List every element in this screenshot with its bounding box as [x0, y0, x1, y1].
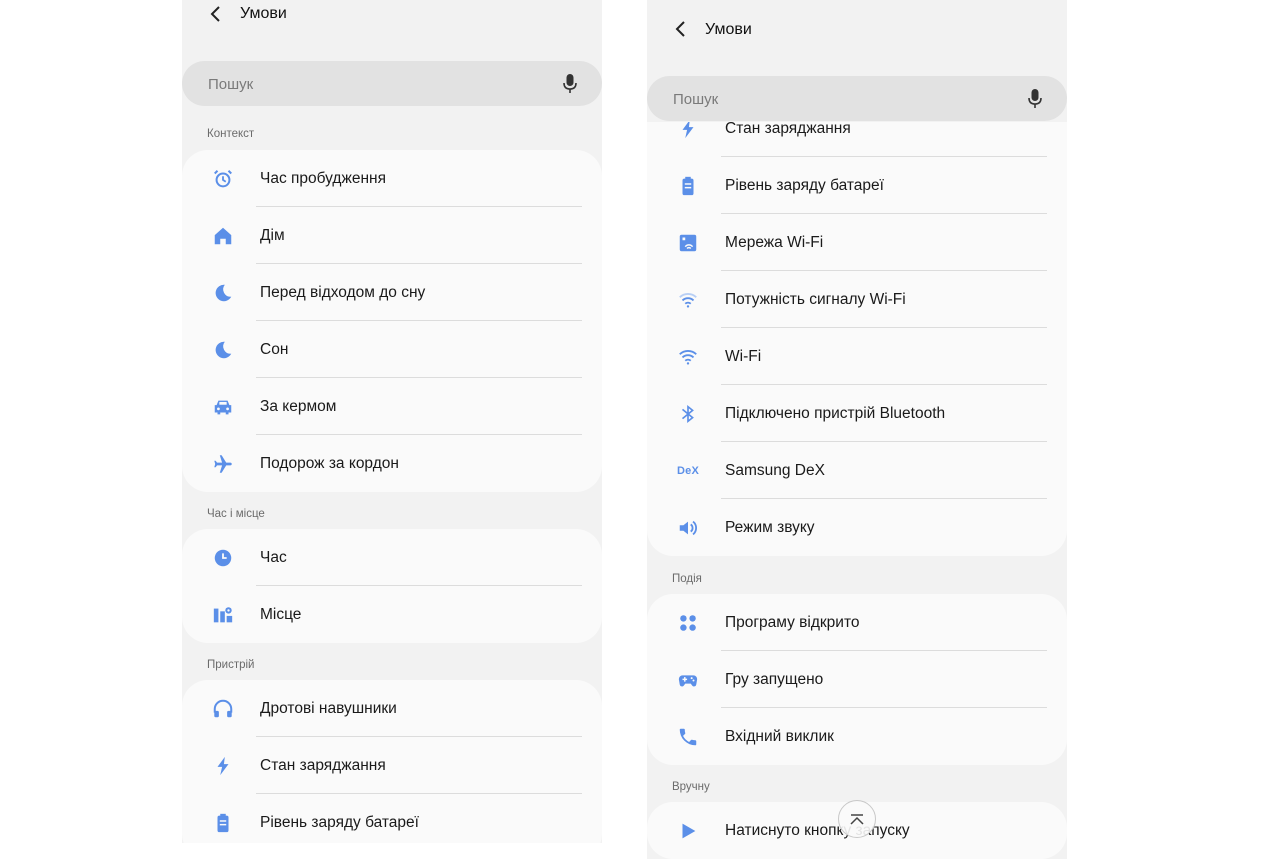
battery-icon — [212, 812, 234, 834]
scroll-to-top-button[interactable] — [838, 800, 876, 838]
list-item[interactable]: Вхідний виклик — [647, 708, 1067, 765]
time-place-card: Час Місце — [182, 529, 602, 643]
list-item-label: Wi-Fi — [725, 347, 762, 365]
list-item-label: Рівень заряду батареї — [260, 813, 419, 831]
right-screen: Стан заряджання Рівень заряду батареї Мере… — [647, 0, 1067, 859]
battery-icon — [677, 175, 699, 197]
back-button[interactable] — [206, 4, 226, 24]
moon-icon — [212, 339, 234, 361]
list-item-label: Стан заряджання — [260, 756, 386, 774]
list-item-label: Натиснуто кнопку запуску — [725, 821, 910, 839]
search-input[interactable] — [671, 76, 975, 123]
dex-icon-text: DeX — [677, 464, 699, 477]
headphones-icon — [212, 698, 234, 720]
apps-icon — [677, 612, 699, 634]
list-item-label: Мережа Wi-Fi — [725, 233, 824, 251]
header: Умови — [647, 0, 1067, 60]
list-item-label: Час — [260, 548, 287, 566]
section-title-device: Пристрій — [207, 659, 255, 671]
wifi-icon — [677, 346, 699, 368]
list-item-label: Рівень заряду батареї — [725, 176, 884, 194]
list-item-label: Дім — [260, 226, 285, 244]
list-item[interactable]: Час пробудження — [182, 150, 602, 207]
list-item-label: Samsung DeX — [725, 461, 825, 479]
page-title: Умови — [705, 21, 752, 38]
list-item-label: Потужність сигналу Wi-Fi — [725, 290, 906, 308]
microphone-icon[interactable] — [562, 73, 578, 95]
search-input[interactable] — [206, 61, 510, 108]
list-item[interactable]: Гру запущено — [647, 651, 1067, 708]
list-item[interactable]: Перед відходом до сну — [182, 264, 602, 321]
list-item[interactable]: Підключено пристрій Bluetooth — [647, 385, 1067, 442]
home-icon — [212, 225, 234, 247]
list-item-label: Сон — [260, 340, 289, 358]
microphone-icon[interactable] — [1027, 88, 1043, 110]
list-item-label: Подорож за кордон — [260, 454, 399, 472]
bolt-icon — [212, 755, 234, 777]
list-item-label: Вхідний виклик — [725, 727, 834, 745]
chevron-left-icon — [675, 21, 685, 37]
list-item[interactable]: DeX Samsung DeX — [647, 442, 1067, 499]
section-title-time-place: Час і місце — [207, 508, 265, 520]
gamepad-icon — [677, 669, 699, 691]
events-card: Програму відкрито Гру запущено Вхідний вик… — [647, 594, 1067, 765]
device-card-continued: Стан заряджання Рівень заряду батареї Мере… — [647, 100, 1067, 556]
section-title-context: Контекст — [207, 128, 255, 140]
phone-icon — [677, 726, 699, 748]
left-screen: Умови Контекст Час пробудження Дім Перед в… — [182, 0, 602, 843]
list-item[interactable]: Дротові навушники — [182, 680, 602, 737]
list-item[interactable]: Wi-Fi — [647, 328, 1067, 385]
list-item-label: Місце — [260, 605, 302, 623]
search-bar[interactable] — [647, 76, 1067, 123]
alarm-icon — [212, 168, 234, 190]
list-item-label: За кермом — [260, 397, 337, 415]
list-item-label: Дротові навушники — [260, 699, 397, 717]
bluetooth-icon — [677, 403, 699, 425]
back-button[interactable] — [671, 19, 691, 39]
dex-icon: DeX — [677, 460, 699, 482]
moon-icon — [212, 282, 234, 304]
car-icon — [212, 396, 234, 418]
list-item[interactable]: Дім — [182, 207, 602, 264]
chevron-left-icon — [210, 6, 220, 22]
wifi-network-icon — [677, 232, 699, 254]
section-title-manual: Вручну — [672, 781, 710, 793]
wifi-signal-icon — [677, 289, 699, 311]
chevron-up-double-icon — [850, 814, 864, 825]
list-item-label: Гру запущено — [725, 670, 824, 688]
map-pin-icon — [212, 604, 234, 626]
list-item[interactable]: Час — [182, 529, 602, 586]
page-title: Умови — [240, 5, 287, 22]
airplane-icon — [212, 453, 234, 475]
list-item-label: Час пробудження — [260, 169, 386, 187]
header: Умови — [182, 0, 602, 44]
clock-icon — [212, 547, 234, 569]
list-item[interactable]: Місце — [182, 586, 602, 643]
list-item-label: Підключено пристрій Bluetooth — [725, 404, 946, 422]
list-item[interactable]: Подорож за кордон — [182, 435, 602, 492]
list-item[interactable]: Рівень заряду батареї — [182, 794, 602, 843]
context-card: Час пробудження Дім Перед відходом до сну С… — [182, 150, 602, 492]
list-item[interactable]: Потужність сигналу Wi-Fi — [647, 271, 1067, 328]
list-item[interactable]: Мережа Wi-Fi — [647, 214, 1067, 271]
list-item-label: Перед відходом до сну — [260, 283, 426, 301]
search-bar[interactable] — [182, 61, 602, 108]
list-item[interactable]: Стан заряджання — [182, 737, 602, 794]
list-item[interactable]: Рівень заряду батареї — [647, 157, 1067, 214]
list-item-label: Режим звуку — [725, 518, 815, 536]
speaker-icon — [677, 517, 699, 539]
list-item[interactable]: Сон — [182, 321, 602, 378]
list-item[interactable]: За кермом — [182, 378, 602, 435]
list-item-label: Програму відкрито — [725, 613, 860, 631]
section-title-events: Подія — [672, 573, 702, 585]
list-item[interactable]: Програму відкрито — [647, 594, 1067, 651]
play-icon — [677, 820, 699, 842]
list-item[interactable]: Режим звуку — [647, 499, 1067, 556]
device-card: Дротові навушники Стан заряджання Рівень з… — [182, 680, 602, 843]
